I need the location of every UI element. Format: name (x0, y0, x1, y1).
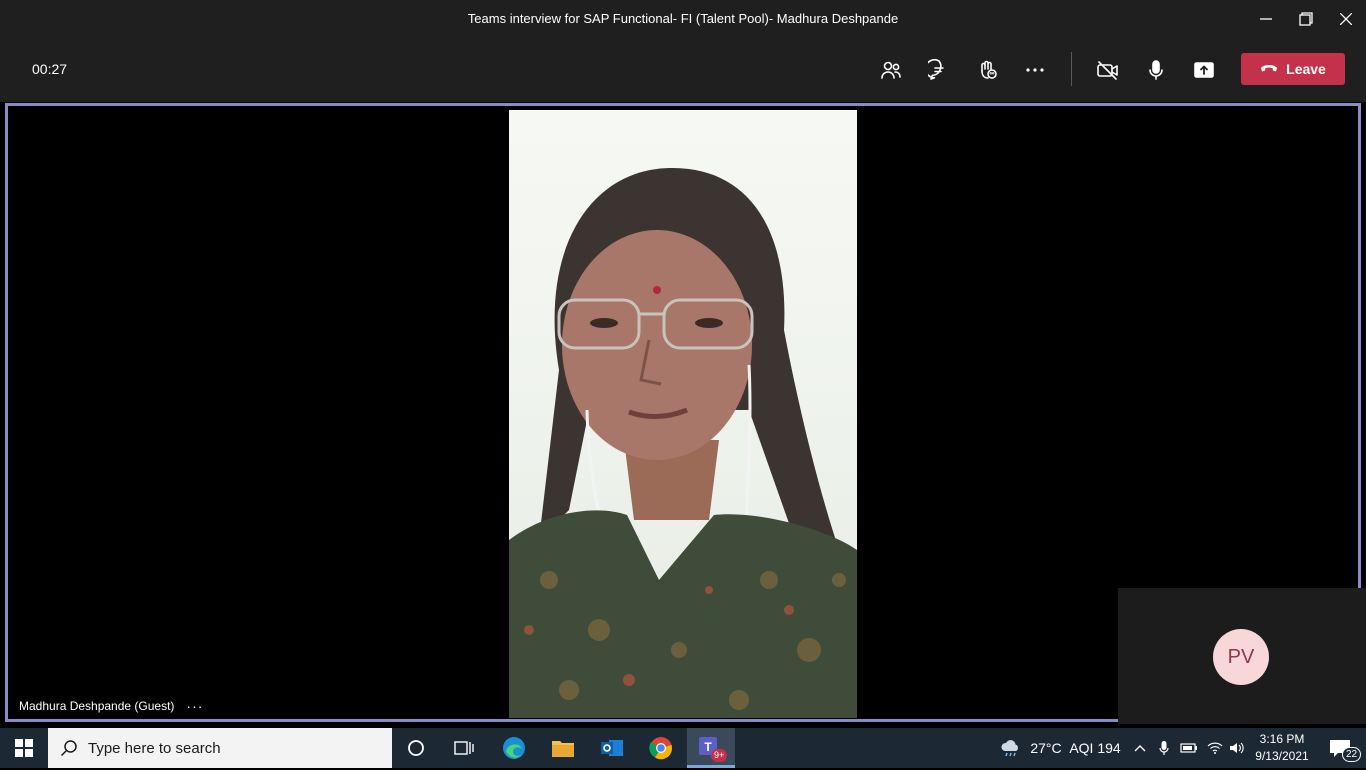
show-hidden-icons-button[interactable] (1130, 728, 1150, 768)
task-view-icon (454, 741, 474, 755)
taskbar-teams[interactable]: T 9+ (687, 728, 735, 768)
participant-more-button[interactable]: ··· (186, 698, 203, 714)
weather-cloud-rain-icon (1001, 740, 1018, 757)
raise-hand-icon (981, 60, 997, 79)
phone-hangup-icon (1261, 65, 1278, 72)
teams-icon: T (699, 737, 717, 755)
cortana-icon (408, 740, 424, 756)
notification-center-button[interactable]: 22 (1318, 728, 1362, 768)
leave-label: Leave (1286, 61, 1326, 77)
chat-button[interactable] (921, 52, 957, 88)
start-button[interactable] (0, 728, 48, 768)
volume-indicator[interactable] (1227, 728, 1247, 768)
restore-icon (1299, 12, 1313, 26)
participant-name-label: Madhura Deshpande (Guest) ··· (19, 698, 203, 714)
task-view-button[interactable] (442, 728, 486, 768)
avatar: PV (1213, 629, 1269, 685)
notification-count: 22 (1342, 747, 1362, 762)
share-screen-icon (1194, 62, 1214, 78)
clock-time: 3:16 PM (1259, 732, 1305, 746)
close-icon (1340, 13, 1352, 25)
teams-badge: 9+ (711, 749, 728, 762)
more-actions-button[interactable] (1017, 52, 1053, 88)
window-title: Teams interview for SAP Functional- FI (… (467, 11, 899, 26)
leave-button[interactable]: Leave (1241, 53, 1345, 85)
participant-video[interactable] (509, 110, 857, 718)
microphone-icon (1149, 60, 1163, 80)
reactions-button[interactable] (969, 52, 1005, 88)
tray-microphone-icon (1159, 741, 1169, 755)
more-icon (1026, 68, 1044, 72)
call-timer: 00:27 (32, 61, 68, 77)
chevron-up-icon (1134, 745, 1146, 752)
speaker-icon (1230, 742, 1244, 754)
chat-icon (928, 59, 944, 80)
taskbar-edge[interactable] (491, 728, 537, 768)
camera-off-icon (1097, 61, 1118, 80)
microphone-in-use-indicator[interactable] (1154, 728, 1174, 768)
weather-temperature: 27°C (1030, 740, 1062, 756)
battery-icon (1180, 743, 1197, 753)
taskbar-search-box[interactable]: Type here to search (48, 728, 392, 768)
title-bar: Teams interview for SAP Functional- FI (… (0, 0, 1366, 38)
search-icon (60, 740, 77, 757)
call-toolbar: 00:27 Leave (0, 38, 1366, 102)
restore-button[interactable] (1286, 0, 1326, 38)
clock-date: 9/13/2021 (1255, 749, 1309, 763)
air-quality-index: AQI 194 (1069, 740, 1121, 756)
minimize-icon (1260, 18, 1272, 20)
network-indicator[interactable] (1204, 728, 1226, 768)
taskbar-file-explorer[interactable] (540, 728, 586, 768)
wifi-icon (1207, 742, 1223, 754)
participants-button[interactable] (873, 52, 909, 88)
chrome-icon (649, 737, 673, 760)
windows-logo-icon (15, 739, 33, 757)
share-screen-button[interactable] (1186, 52, 1222, 88)
close-button[interactable] (1326, 0, 1366, 38)
taskbar-chrome[interactable] (638, 728, 684, 768)
windows-taskbar: Type here to search T 9+ 27°C AQI 194 3:… (0, 728, 1366, 768)
participant-video-image (509, 167, 857, 718)
taskbar-outlook[interactable] (589, 728, 635, 768)
outlook-icon (601, 740, 623, 756)
minimize-button[interactable] (1246, 0, 1286, 38)
search-placeholder: Type here to search (88, 739, 221, 757)
people-icon (881, 61, 901, 79)
self-view-tile[interactable]: PV (1118, 588, 1366, 724)
weather-button[interactable] (998, 728, 1024, 768)
participant-name: Madhura Deshpande (Guest) (19, 699, 175, 713)
battery-indicator[interactable] (1178, 728, 1200, 768)
microphone-button[interactable] (1138, 52, 1174, 88)
edge-browser-icon (503, 737, 525, 759)
folder-icon (552, 741, 574, 757)
cortana-button[interactable] (394, 728, 438, 768)
taskbar-clock[interactable]: 3:16 PM 9/13/2021 (1250, 731, 1314, 765)
toolbar-divider (1071, 52, 1072, 86)
camera-toggle-button[interactable] (1090, 52, 1126, 88)
